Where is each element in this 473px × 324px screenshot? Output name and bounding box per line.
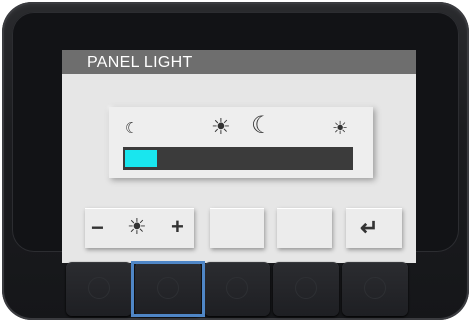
hardware-button-4[interactable] xyxy=(273,262,339,316)
sun-icon: ☀ xyxy=(127,214,147,239)
softkey-2[interactable] xyxy=(210,208,264,248)
sun-icon: ☀ xyxy=(211,114,231,139)
hardware-button-row xyxy=(66,261,412,317)
sun-icon: ☀ xyxy=(332,118,349,138)
brightness-bar[interactable] xyxy=(123,147,353,170)
button-dot-icon xyxy=(295,277,317,299)
hardware-button-3[interactable] xyxy=(204,262,270,316)
moon-icon: ☾ xyxy=(251,112,273,139)
button-dot-icon xyxy=(364,277,386,299)
increase-icon: + xyxy=(171,214,184,239)
moon-icon: ☾ xyxy=(125,120,139,137)
button-dot-icon xyxy=(88,277,110,299)
display-screen: PANEL LIGHT ☾ ☀ ☾ ☀ − ☀ + ↵ xyxy=(62,50,416,263)
back-arrow-icon: ↵ xyxy=(360,215,379,240)
back-softkey[interactable]: ↵ xyxy=(346,208,402,248)
brightness-panel: ☾ ☀ ☾ ☀ xyxy=(109,107,373,178)
hardware-button-1[interactable] xyxy=(66,262,132,316)
button-dot-icon xyxy=(226,277,248,299)
hardware-button-5[interactable] xyxy=(342,262,408,316)
screen-title: PANEL LIGHT xyxy=(62,50,416,74)
decrease-icon: − xyxy=(91,215,104,240)
brightness-softkey[interactable]: − ☀ + xyxy=(85,208,194,248)
softkey-3[interactable] xyxy=(277,208,332,248)
selected-button-highlight xyxy=(131,261,205,317)
brightness-bar-fill xyxy=(125,150,157,167)
